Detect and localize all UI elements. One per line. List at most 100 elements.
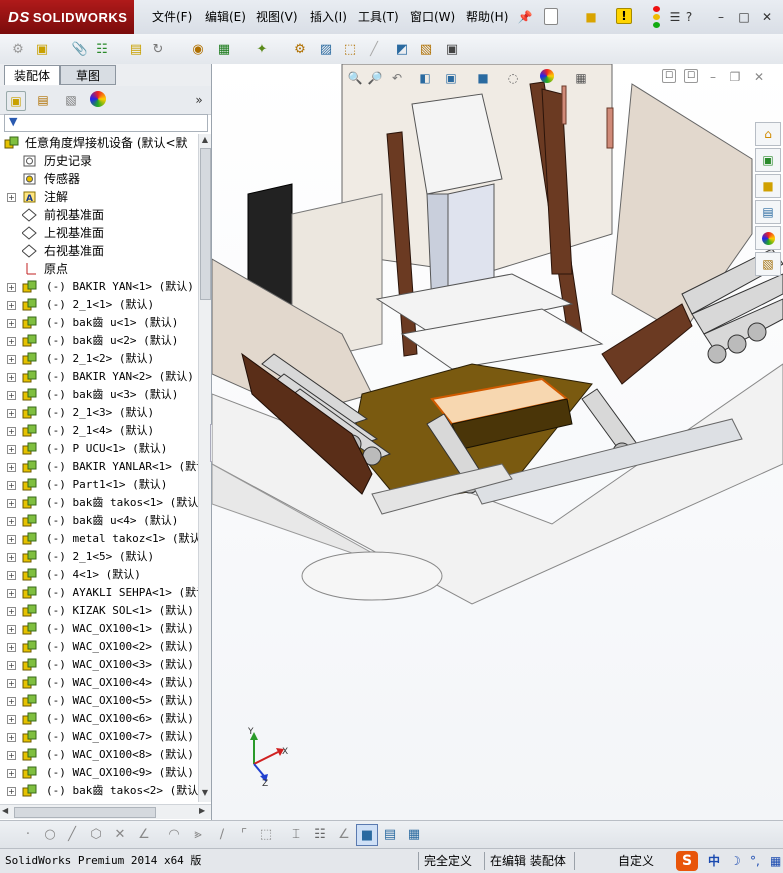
grid-icon[interactable]: ☷ [310, 824, 330, 844]
expand-toggle-icon[interactable]: + [7, 391, 16, 400]
expand-toggle-icon[interactable]: + [7, 571, 16, 580]
tree-component-item[interactable]: + (-) WAC_OX100<8> (默认) [0, 746, 198, 764]
tree-component-item[interactable]: + (-) BAKIR YAN<2> (默认) [0, 368, 198, 386]
expand-toggle-icon[interactable]: + [7, 607, 16, 616]
tab-sketch[interactable]: 草图 [60, 65, 116, 85]
zoom-to-area-icon[interactable]: 🔎 [366, 69, 384, 87]
tree-feature-item[interactable]: 传感器 [0, 170, 198, 188]
expand-toggle-icon[interactable]: + [7, 661, 16, 670]
corner-rect-icon[interactable]: ⌜ [234, 824, 254, 844]
circle-icon[interactable]: ○ [40, 824, 60, 844]
menu-edit[interactable]: 编辑(E) [205, 8, 246, 26]
tree-feature-item[interactable]: 历史记录 [0, 152, 198, 170]
configuration-manager-icon[interactable]: ▧ [62, 91, 80, 109]
doc-minimize-icon[interactable]: – [704, 69, 722, 85]
trim-icon[interactable]: ✕ [110, 824, 130, 844]
tree-feature-item[interactable]: 上视基准面 [0, 224, 198, 242]
scroll-left-icon[interactable]: ◀ [2, 806, 8, 815]
tree-vertical-scrollbar[interactable]: ▲ ▼ [198, 134, 211, 802]
expand-toggle-icon[interactable]: + [7, 499, 16, 508]
tree-component-item[interactable]: + (-) WAC_OX100<3> (默认) [0, 656, 198, 674]
mate-icon[interactable]: 📎 [70, 39, 90, 59]
tree-component-item[interactable]: + (-) bak齒 takos<2> (默认) [0, 782, 198, 800]
tree-component-item[interactable]: + (-) 2_1<4> (默认) [0, 422, 198, 440]
clearance-verification-icon[interactable]: ▧ [416, 39, 436, 59]
menu-help[interactable]: 帮助(H) [466, 8, 508, 26]
wireframe-view-icon[interactable]: ▤ [380, 824, 400, 844]
expand-toggle-icon[interactable]: + [7, 517, 16, 526]
tree-component-item[interactable]: + (-) BAKIR YANLAR<1> (默认 [0, 458, 198, 476]
tree-component-item[interactable]: + (-) 2_1<1> (默认) [0, 296, 198, 314]
doc-restore-icon[interactable]: ❐ [726, 69, 744, 85]
appearances-icon[interactable] [755, 226, 781, 250]
display-style-icon[interactable]: ■ [474, 69, 492, 87]
expand-toggle-icon[interactable]: + [7, 463, 16, 472]
units-selector[interactable]: 自定义 [618, 852, 654, 870]
doc-close-icon[interactable]: ✕ [750, 69, 768, 85]
ime-half-width-icon[interactable]: ☽ [730, 852, 741, 870]
expand-toggle-icon[interactable]: + [7, 733, 16, 742]
expand-toggle-icon[interactable]: + [7, 751, 16, 760]
expand-toggle-icon[interactable]: + [7, 535, 16, 544]
expand-chevron-icon[interactable]: » [190, 91, 208, 109]
ime-menu-icon[interactable]: ▦ [770, 852, 781, 870]
new-motion-study-icon[interactable]: ⚙ [290, 39, 310, 59]
previous-view-icon[interactable]: ↶ [388, 69, 406, 87]
view-palette-icon[interactable]: ▤ [755, 200, 781, 224]
tree-feature-item[interactable]: 原点 [0, 260, 198, 278]
reference-geometry-icon[interactable]: ✦ [252, 39, 272, 59]
expand-toggle-icon[interactable]: + [7, 643, 16, 652]
move-component-icon[interactable]: ↻ [148, 39, 168, 59]
table-view-icon[interactable]: ▦ [404, 824, 424, 844]
expand-toggle-icon[interactable]: + [7, 553, 16, 562]
property-manager-icon[interactable]: ▤ [34, 91, 52, 109]
expand-toggle-icon[interactable]: + [7, 319, 16, 328]
edit-appearance-icon[interactable] [540, 69, 554, 83]
expand-toggle-icon[interactable]: + [7, 373, 16, 382]
new-part-icon[interactable]: ▣ [32, 39, 52, 59]
link-views-icon[interactable]: ☐ [684, 69, 698, 83]
tree-root-assembly[interactable]: 任意角度焊接机设备 (默认<默 [0, 134, 198, 152]
tree-component-item[interactable]: + (-) bak齒 u<2> (默认) [0, 332, 198, 350]
dimension-icon[interactable]: ⌶ [286, 824, 306, 844]
file-explorer-icon[interactable]: ■ [755, 174, 781, 198]
assembly-features-icon[interactable]: ▦ [214, 39, 234, 59]
expand-toggle-icon[interactable]: + [7, 337, 16, 346]
tree-component-item[interactable]: + (-) bak齒 u<4> (默认) [0, 512, 198, 530]
tree-component-item[interactable]: + (-) 2_1<5> (默认) [0, 548, 198, 566]
polygon-icon[interactable]: ⬡ [86, 824, 106, 844]
close-icon[interactable]: ✕ [758, 9, 776, 25]
expand-toggle-icon[interactable]: + [7, 697, 16, 706]
traffic-light-icon[interactable] [652, 6, 660, 28]
tree-component-item[interactable]: + (-) metal takoz<1> (默认) [0, 530, 198, 548]
shaded-view-icon[interactable]: ■ [356, 824, 378, 846]
expand-toggle-icon[interactable]: + [7, 355, 16, 364]
angle-icon[interactable]: ∠ [134, 824, 154, 844]
expand-toggle-icon[interactable]: + [7, 589, 16, 598]
tree-component-item[interactable]: + (-) bak齒 u<3> (默认) [0, 386, 198, 404]
apply-scene-icon[interactable]: ▦ [572, 69, 590, 87]
tree-component-item[interactable]: + (-) bak齒 u<1> (默认) [0, 314, 198, 332]
scroll-down-icon[interactable]: ▼ [200, 788, 210, 798]
split-view-icon[interactable]: ☐ [662, 69, 676, 83]
tree-component-item[interactable]: + (-) Part1<1> (默认) [0, 476, 198, 494]
expand-toggle-icon[interactable]: + [7, 679, 16, 688]
new-document-icon[interactable] [544, 8, 558, 25]
hide-show-items-icon[interactable]: ◌ [504, 69, 522, 87]
graphics-area[interactable]: 🔍 🔎 ↶ ◧ ▣ ■ ◌ ▦ ☐ ☐ – ❐ ✕ Y X Z [212, 64, 783, 820]
tree-component-item[interactable]: + (-) WAC_OX100<4> (默认) [0, 674, 198, 692]
menu-file[interactable]: 文件(F) [152, 8, 192, 26]
tree-component-item[interactable]: + (-) WAC_OX100<1> (默认) [0, 620, 198, 638]
linear-pattern-icon[interactable]: ☷ [92, 39, 112, 59]
tree-component-item[interactable]: + (-) bak齒 takos<1> (默认) [0, 494, 198, 512]
solidworks-resources-icon[interactable]: ⌂ [755, 122, 781, 146]
hole-alignment-icon[interactable]: ▣ [442, 39, 462, 59]
tree-feature-item[interactable]: 前视基准面 [0, 206, 198, 224]
pin-icon[interactable]: 📌 [516, 8, 534, 26]
menu-insert[interactable]: 插入(I) [310, 8, 347, 26]
expand-toggle-icon[interactable]: + [7, 625, 16, 634]
point-icon[interactable]: · [18, 824, 38, 844]
smart-fasteners-icon[interactable]: ▤ [126, 39, 146, 59]
expand-toggle-icon[interactable]: + [7, 787, 16, 796]
show-hidden-icon[interactable]: ◉ [188, 39, 208, 59]
